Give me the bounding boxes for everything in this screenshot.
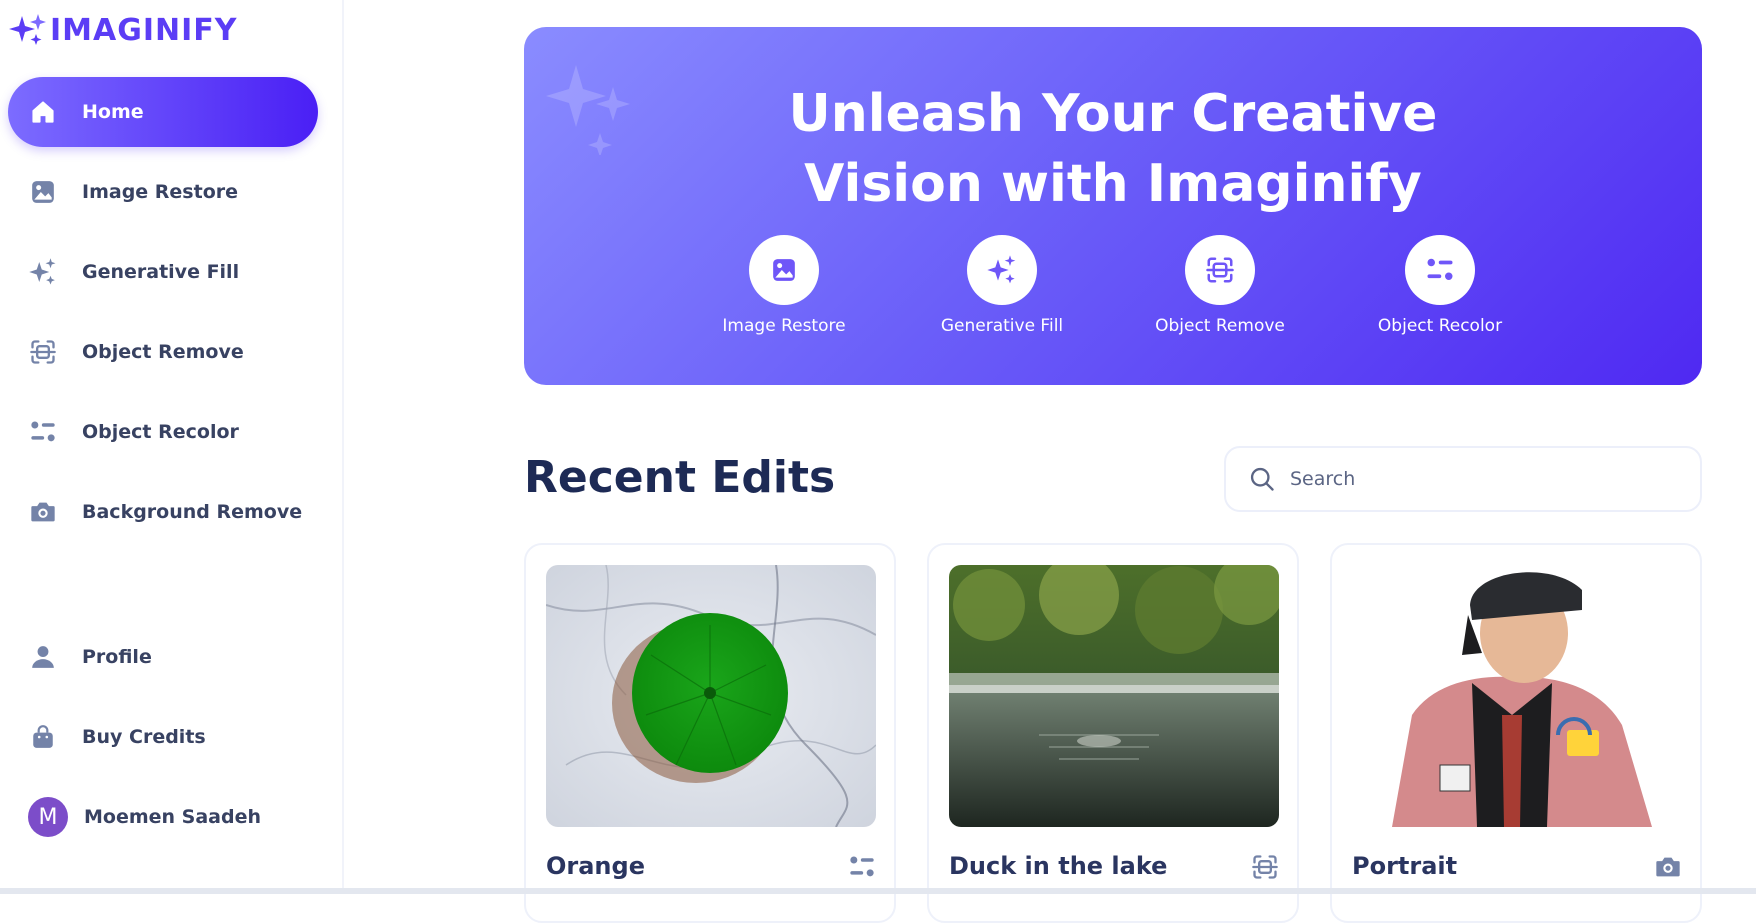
- sidebar-item-generative-fill[interactable]: Generative Fill: [8, 237, 318, 307]
- window-bottom-edge: [0, 888, 1756, 894]
- filter-icon: [850, 856, 874, 877]
- scan-icon: [1206, 257, 1234, 283]
- sidebar-item-label: Profile: [82, 646, 152, 668]
- hero-action-generative-fill[interactable]: Generative Fill: [902, 235, 1102, 336]
- sidebar-bottom: Profile Buy Credits M Moemen Saadeh: [8, 622, 318, 862]
- hero-title: Unleash Your Creative Vision with Imagin…: [524, 79, 1702, 219]
- scan-icon: [1252, 855, 1278, 879]
- hero-action-circle: [1405, 235, 1475, 305]
- recent-edit-card[interactable]: Portrait: [1330, 543, 1702, 923]
- sidebar-item-object-recolor[interactable]: Object Recolor: [8, 397, 318, 467]
- sidebar-item-label: Object Recolor: [82, 421, 239, 443]
- sidebar-user[interactable]: M Moemen Saadeh: [8, 782, 318, 852]
- sidebar-item-label: Generative Fill: [82, 261, 240, 283]
- hero-action-label: Object Remove: [1155, 316, 1285, 336]
- sidebar-item-profile[interactable]: Profile: [8, 622, 318, 692]
- sidebar-item-label: Object Remove: [82, 341, 244, 363]
- sidebar-item-home[interactable]: Home: [8, 77, 318, 147]
- sidebar-nav: Home Image Restore Generative Fill Objec…: [8, 77, 318, 557]
- sidebar-item-image-restore[interactable]: Image Restore: [8, 157, 318, 227]
- filter-icon: [1427, 258, 1453, 280]
- home-icon: [28, 97, 58, 127]
- sparkles-icon: [28, 257, 58, 287]
- camera-icon: [28, 497, 58, 527]
- sidebar-item-buy-credits[interactable]: Buy Credits: [8, 702, 318, 772]
- app-name: IMAGINIFY: [50, 12, 238, 48]
- logo-sparkle-icon: [9, 14, 46, 45]
- sidebar-item-label: Image Restore: [82, 181, 239, 203]
- sidebar: IMAGINIFY Home Image Restore Generative …: [0, 0, 344, 894]
- app-logo[interactable]: IMAGINIFY: [8, 12, 238, 48]
- recent-edit-card[interactable]: Duck in the lake: [927, 543, 1299, 923]
- card-title: Portrait: [1352, 852, 1458, 880]
- hero-action-object-remove[interactable]: Object Remove: [1120, 235, 1320, 336]
- lake-thumbnail[interactable]: [949, 565, 1279, 827]
- camera-icon: [1656, 857, 1680, 877]
- hero-banner: Unleash Your Creative Vision with Imagin…: [524, 27, 1702, 385]
- hero-action-label: Generative Fill: [940, 316, 1064, 336]
- image-icon: [28, 177, 58, 207]
- search-icon: [1250, 467, 1274, 491]
- scan-icon: [28, 337, 58, 367]
- sparkles-icon: [987, 255, 1016, 284]
- card-title: Orange: [546, 852, 645, 880]
- sidebar-item-label: Buy Credits: [82, 726, 206, 748]
- hero-action-label: Image Restore: [722, 316, 846, 336]
- hero-action-circle: [967, 235, 1037, 305]
- avatar: M: [28, 797, 68, 837]
- hero-title-line1: Unleash Your Creative: [788, 84, 1438, 144]
- recent-edits-grid: Orange Duck in the lake Portrait: [524, 543, 1702, 923]
- sidebar-item-object-remove[interactable]: Object Remove: [8, 317, 318, 387]
- bag-icon: [28, 722, 58, 752]
- search-input[interactable]: [1290, 468, 1680, 490]
- user-icon: [28, 642, 58, 672]
- hero-title-line2: Vision with Imaginify: [804, 154, 1422, 214]
- hero-action-circle: [749, 235, 819, 305]
- recent-edit-card[interactable]: Orange: [524, 543, 896, 923]
- image-icon: [773, 259, 795, 281]
- card-title: Duck in the lake: [949, 852, 1168, 880]
- sidebar-item-label: Background Remove: [82, 501, 303, 523]
- hero-action-object-recolor[interactable]: Object Recolor: [1340, 235, 1540, 336]
- sidebar-item-background-remove[interactable]: Background Remove: [8, 477, 318, 547]
- portrait-thumbnail[interactable]: [1352, 565, 1682, 827]
- hero-action-circle: [1185, 235, 1255, 305]
- filter-icon: [28, 417, 58, 447]
- hero-action-label: Object Recolor: [1377, 316, 1503, 336]
- search-box[interactable]: [1224, 446, 1702, 512]
- sidebar-item-label: Home: [82, 101, 144, 123]
- user-name: Moemen Saadeh: [84, 806, 262, 828]
- orange-thumbnail[interactable]: [546, 565, 876, 827]
- hero-action-image-restore[interactable]: Image Restore: [684, 235, 884, 336]
- recent-edits-title: Recent Edits: [524, 452, 836, 503]
